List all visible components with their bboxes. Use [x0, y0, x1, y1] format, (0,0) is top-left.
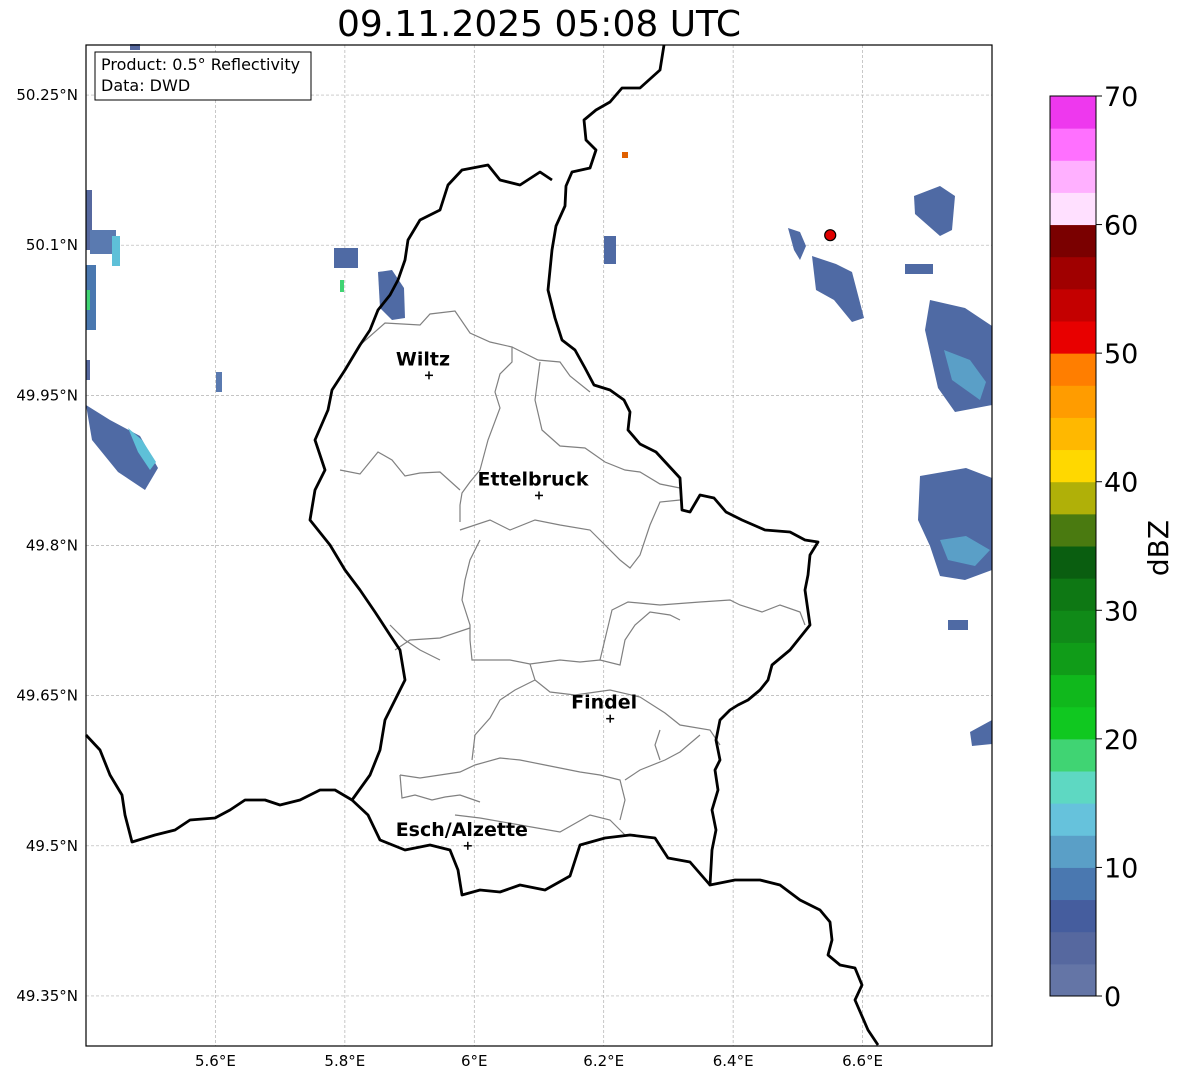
- colorbar: 0 10 20 30 40 50 60 70 dBZ: [1049, 82, 1175, 1013]
- colorbar-cell: [1050, 96, 1096, 129]
- colorbar-cells: [1050, 96, 1096, 997]
- colorbar-cell: [1050, 385, 1096, 418]
- colorbar-cell: [1050, 224, 1096, 258]
- colorbar-cell: [1050, 738, 1096, 772]
- colorbar-tick-label: 50: [1104, 339, 1138, 370]
- colorbar-cell: [1050, 321, 1096, 354]
- colorbar-cell: [1050, 578, 1096, 611]
- colorbar-ticks: 0 10 20 30 40 50 60 70: [1096, 82, 1138, 1013]
- colorbar-cell: [1050, 706, 1096, 740]
- colorbar-cell: [1050, 128, 1096, 161]
- colorbar-cell: [1050, 546, 1096, 579]
- colorbar-cell: [1050, 449, 1096, 483]
- colorbar-tick-label: 30: [1104, 596, 1138, 627]
- colorbar-tick-label: 40: [1104, 468, 1138, 499]
- colorbar-cell: [1050, 963, 1096, 997]
- colorbar-cell: [1050, 513, 1096, 547]
- colorbar-cell: [1050, 192, 1096, 226]
- colorbar-tick-label: 20: [1104, 725, 1138, 756]
- colorbar-label: dBZ: [1142, 520, 1175, 576]
- colorbar-cell: [1050, 160, 1096, 193]
- colorbar-cell: [1050, 610, 1096, 643]
- colorbar-cell: [1050, 803, 1096, 836]
- colorbar-cell: [1050, 417, 1096, 451]
- colorbar-cell: [1050, 481, 1096, 515]
- colorbar-tick-label: 0: [1104, 982, 1121, 1013]
- colorbar-cell: [1050, 256, 1096, 290]
- colorbar-cell: [1050, 288, 1096, 322]
- colorbar-tick-label: 10: [1104, 853, 1138, 884]
- colorbar-cell: [1050, 353, 1096, 386]
- colorbar-cell: [1050, 674, 1096, 708]
- colorbar-tick-label: 70: [1104, 82, 1138, 113]
- colorbar-cell: [1050, 867, 1096, 901]
- colorbar-cell: [1050, 835, 1096, 868]
- colorbar-cell: [1050, 771, 1096, 804]
- colorbar-cell: [1050, 642, 1096, 676]
- colorbar-cell: [1050, 899, 1096, 933]
- colorbar-cell: [1050, 931, 1096, 965]
- colorbar-tick-label: 60: [1104, 211, 1138, 242]
